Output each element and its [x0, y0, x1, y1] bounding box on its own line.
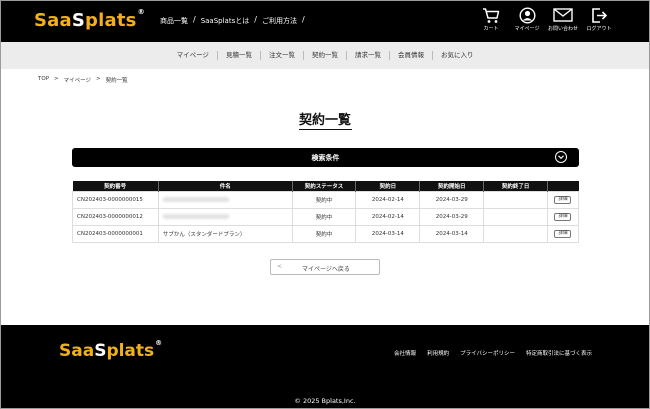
- col-contract-date: 契約日: [355, 181, 421, 192]
- back-to-mypage-button[interactable]: < マイページへ戻る: [270, 259, 380, 275]
- site-header: SaaSplats® 商品一覧 / SaaSplatsとは / ご利用方法 / …: [1, 1, 649, 42]
- footer-link-company[interactable]: 会社情報: [394, 349, 416, 357]
- table-header-row: 契約番号 件名 契約ステータス 契約日 契約開始日 契約終了日: [72, 181, 579, 192]
- footer-link-tokusho[interactable]: 特定商取引法に基づく表示: [526, 349, 592, 357]
- cell-end-date: [483, 191, 548, 209]
- nav-about[interactable]: SaaSplatsとは: [201, 16, 250, 26]
- title-underline: [299, 129, 352, 130]
- subnav-quotes[interactable]: 見積一覧: [218, 51, 261, 60]
- cell-status: 契約中: [291, 208, 357, 226]
- mypage-link[interactable]: マイページ: [512, 7, 542, 32]
- cell-contract-no: CN202403-0000000001: [72, 225, 159, 243]
- detail-button[interactable]: 詳細: [554, 196, 572, 204]
- cell-end-date: [483, 208, 548, 226]
- col-subject: 件名: [158, 181, 293, 192]
- nav-separator: /: [301, 15, 305, 24]
- col-action: [547, 181, 579, 192]
- nav-usage[interactable]: ご利用方法: [262, 16, 297, 26]
- cell-start-date: 2024-03-29: [419, 208, 485, 226]
- subnav-member-info[interactable]: 会員情報: [390, 51, 433, 60]
- breadcrumb-current: 契約一覧: [105, 78, 128, 84]
- detail-button[interactable]: 詳細: [554, 230, 572, 238]
- table-row: CN202403-0000000012 契約中 2024-02-14 2024-…: [72, 208, 580, 226]
- breadcrumb-separator: >: [54, 76, 59, 82]
- logo-registered-mark: ®: [155, 339, 163, 347]
- logout-link[interactable]: ログアウト: [584, 7, 614, 32]
- breadcrumb: TOP > マイページ > 契約一覧: [38, 76, 128, 84]
- cart-icon: [483, 8, 500, 23]
- nav-separator: /: [193, 15, 196, 24]
- footer-link-terms[interactable]: 利用規約: [427, 349, 449, 357]
- col-status: 契約ステータス: [292, 181, 357, 192]
- redacted-text: [162, 213, 229, 219]
- footer-logo[interactable]: SaaSplats®: [59, 339, 163, 361]
- cell-subject-redacted: [157, 208, 293, 226]
- mail-icon: [553, 8, 573, 22]
- cell-contract-no: CN202403-0000000015: [72, 191, 159, 209]
- logo-text-a: Saa: [34, 10, 72, 31]
- cart-label: カート: [483, 26, 499, 32]
- logout-icon: [591, 8, 607, 23]
- footer-links: 会社情報 利用規約 プライバシーポリシー 特定商取引法に基づく表示: [394, 349, 592, 357]
- header-icons: カート マイページ お問い合わせ ログアウト: [476, 7, 614, 32]
- cell-contract-date: 2024-03-14: [355, 225, 421, 243]
- detail-button[interactable]: 詳細: [554, 213, 572, 221]
- cell-start-date: 2024-03-29: [419, 191, 485, 209]
- site-logo[interactable]: SaaSplats®: [34, 8, 145, 31]
- cell-status: 契約中: [291, 191, 357, 209]
- logo-registered-mark: ®: [137, 8, 145, 16]
- breadcrumb-top[interactable]: TOP: [38, 76, 49, 84]
- cell-action: 詳細: [546, 225, 580, 243]
- nav-separator: /: [254, 15, 257, 24]
- cell-subject: サブかん（スタンダードプラン）: [157, 225, 293, 243]
- chevron-down-icon: [555, 151, 567, 163]
- mypage-subnav: マイページ 見積一覧 注文一覧 契約一覧 請求一覧 会員情報 お気に入り: [1, 42, 649, 69]
- logo-text-c: plats: [106, 341, 155, 361]
- cell-status: 契約中: [291, 225, 357, 243]
- subnav-contracts[interactable]: 契約一覧: [304, 51, 347, 60]
- footer-link-privacy[interactable]: プライバシーポリシー: [460, 349, 515, 357]
- logo-text-b: S: [71, 10, 86, 31]
- col-end-date: 契約終了日: [483, 181, 548, 192]
- cell-contract-date: 2024-02-14: [355, 191, 421, 209]
- logo-text-c: plats: [85, 10, 137, 31]
- cell-subject-redacted: [157, 191, 293, 209]
- subnav-favorites[interactable]: お気に入り: [433, 51, 482, 60]
- cart-link[interactable]: カート: [476, 7, 506, 32]
- header-nav: 商品一覧 / SaaSplatsとは / ご利用方法 /: [160, 15, 310, 26]
- copyright: © 2025 Bplats,Inc.: [294, 397, 356, 405]
- breadcrumb-separator: >: [96, 76, 101, 82]
- page-title: 契約一覧: [298, 113, 351, 128]
- contact-link[interactable]: お問い合わせ: [548, 7, 578, 32]
- col-start-date: 契約開始日: [419, 181, 485, 192]
- contract-table: 契約番号 件名 契約ステータス 契約日 契約開始日 契約終了日 CN202403…: [72, 181, 580, 243]
- table-row: CN202403-0000000001 サブかん（スタンダードプラン） 契約中 …: [72, 225, 580, 243]
- page: SaaSplats® 商品一覧 / SaaSplatsとは / ご利用方法 / …: [0, 0, 650, 409]
- contact-label: お問い合わせ: [548, 26, 579, 32]
- logo-text-b: S: [94, 341, 107, 361]
- site-footer: SaaSplats® 会社情報 利用規約 プライバシーポリシー 特定商取引法に基…: [1, 325, 649, 408]
- cell-action: 詳細: [546, 208, 580, 226]
- cell-action: 詳細: [546, 191, 580, 209]
- cell-end-date: [483, 225, 548, 243]
- back-button-label: マイページへ戻る: [302, 266, 350, 273]
- redacted-text: [162, 196, 229, 202]
- logo-text-a: Saa: [59, 341, 95, 361]
- cell-start-date: 2024-03-14: [419, 225, 485, 243]
- subnav-mypage[interactable]: マイページ: [169, 51, 218, 60]
- search-conditions-label: 検索条件: [311, 154, 340, 162]
- table-row: CN202403-0000000015 契約中 2024-02-14 2024-…: [72, 191, 580, 209]
- cell-contract-date: 2024-02-14: [355, 208, 421, 226]
- mypage-label: マイページ: [514, 26, 540, 32]
- col-contract-no: 契約番号: [72, 181, 159, 192]
- search-conditions-toggle[interactable]: 検索条件: [72, 148, 579, 167]
- cell-contract-no: CN202403-0000000012: [72, 208, 159, 226]
- nav-products[interactable]: 商品一覧: [160, 16, 188, 26]
- subnav-invoices[interactable]: 請求一覧: [347, 51, 390, 60]
- breadcrumb-mypage[interactable]: マイページ: [64, 76, 91, 84]
- user-icon: [518, 7, 536, 24]
- logout-label: ログアウト: [586, 26, 612, 32]
- subnav-orders[interactable]: 注文一覧: [261, 51, 304, 60]
